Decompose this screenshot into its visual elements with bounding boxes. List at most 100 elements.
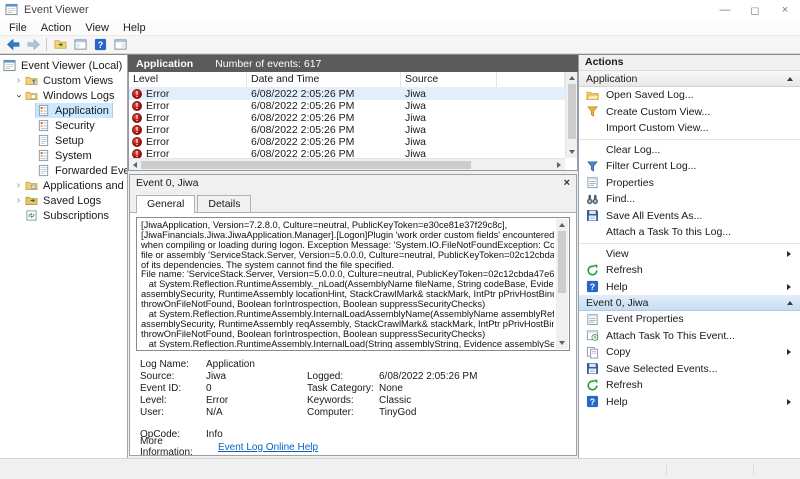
scrollbar-thumb[interactable] bbox=[558, 231, 566, 293]
tree-item-windows-logs[interactable]: ›Windows Logs bbox=[0, 88, 127, 103]
chevron-right-icon[interactable]: › bbox=[13, 196, 24, 206]
toolbar-forward-button[interactable] bbox=[23, 37, 43, 53]
chevron-right-icon[interactable]: › bbox=[13, 76, 24, 86]
action-attach-a-task-to-this-log[interactable]: Attach a Task To this Log... bbox=[579, 224, 800, 241]
scrollbar-thumb[interactable] bbox=[141, 161, 471, 169]
actions-section-application[interactable]: Application bbox=[579, 71, 800, 87]
event-row[interactable]: Error6/08/2022 2:05:26 PMJiwa bbox=[129, 148, 565, 158]
field-value: TinyGod bbox=[379, 407, 570, 418]
tree-item-forwarded-events[interactable]: Forwarded Events bbox=[0, 163, 127, 178]
tree-item-saved-logs[interactable]: › Saved Logs bbox=[0, 193, 127, 208]
column-header-level[interactable]: Level bbox=[129, 72, 247, 87]
toolbar-export-log-button[interactable] bbox=[50, 37, 70, 53]
tab-details[interactable]: Details bbox=[197, 195, 251, 212]
collapse-section-icon[interactable] bbox=[787, 77, 793, 81]
submenu-arrow-icon bbox=[787, 349, 791, 355]
scroll-down-icon[interactable] bbox=[566, 146, 578, 158]
action-help[interactable]: ?Help bbox=[579, 394, 800, 411]
find-icon bbox=[586, 193, 600, 206]
event-list-horizontal-scrollbar[interactable] bbox=[129, 158, 565, 170]
detail-close-icon[interactable]: × bbox=[564, 177, 570, 189]
action-create-custom-view[interactable]: Create Custom View... bbox=[579, 104, 800, 121]
center-panel: Application Number of events: 617 LevelD… bbox=[128, 55, 578, 458]
minimize-button[interactable]: — bbox=[710, 0, 740, 20]
error-icon bbox=[132, 137, 142, 147]
action-save-selected-events[interactable]: Save Selected Events... bbox=[579, 361, 800, 378]
chevron-right-icon[interactable]: › bbox=[13, 181, 24, 191]
tree-item-application[interactable]: Application bbox=[0, 103, 127, 118]
event-source: Jiwa bbox=[401, 148, 497, 158]
event-row[interactable]: Error6/08/2022 2:05:26 PMJiwa bbox=[129, 124, 565, 136]
chevron-down-icon[interactable]: › bbox=[13, 91, 24, 101]
event-row[interactable]: Error6/08/2022 2:05:26 PMJiwa bbox=[129, 88, 565, 100]
action-properties[interactable]: Properties bbox=[579, 175, 800, 192]
event-row[interactable]: Error6/08/2022 2:05:26 PMJiwa bbox=[129, 100, 565, 112]
event-row[interactable]: Error6/08/2022 2:05:26 PMJiwa bbox=[129, 112, 565, 124]
action-label: Save All Events As... bbox=[606, 210, 702, 222]
collapse-section-icon[interactable] bbox=[787, 301, 793, 305]
event-message-box[interactable]: [JiwaApplication, Version=7.2.8.0, Cultu… bbox=[136, 217, 570, 351]
tree-item-custom-views[interactable]: ›Custom Views bbox=[0, 73, 127, 88]
tree-item-security[interactable]: Security bbox=[0, 118, 127, 133]
event-message-text: [JiwaApplication, Version=7.2.8.0, Cultu… bbox=[141, 221, 554, 348]
toolbar-show-console-tree-button[interactable] bbox=[70, 37, 90, 53]
action-import-custom-view[interactable]: Import Custom View... bbox=[579, 120, 800, 137]
maximize-button[interactable]: ◻ bbox=[740, 0, 770, 20]
log-event-icon bbox=[37, 149, 52, 162]
tree-item-system[interactable]: System bbox=[0, 148, 127, 163]
column-header-date-and-time[interactable]: Date and Time bbox=[247, 72, 401, 87]
menu-action[interactable]: Action bbox=[34, 21, 79, 35]
action-attach-task-to-this-event[interactable]: Attach Task To This Event... bbox=[579, 328, 800, 345]
action-save-all-events-as[interactable]: Save All Events As... bbox=[579, 208, 800, 225]
event-detail-pane: Event 0, Jiwa × General Details [JiwaApp… bbox=[129, 174, 577, 456]
error-icon bbox=[132, 149, 142, 158]
refresh-icon bbox=[586, 264, 600, 277]
column-header-source[interactable]: Source bbox=[401, 72, 497, 87]
scroll-up-icon[interactable] bbox=[566, 72, 578, 84]
action-refresh[interactable]: Refresh bbox=[579, 262, 800, 279]
action-copy[interactable]: Copy bbox=[579, 344, 800, 361]
tree-item-label: Saved Logs bbox=[43, 195, 101, 207]
event-row[interactable]: Error6/08/2022 2:05:26 PMJiwa bbox=[129, 136, 565, 148]
menu-help[interactable]: Help bbox=[116, 21, 153, 35]
tree-item-setup[interactable]: Setup bbox=[0, 133, 127, 148]
divider bbox=[579, 243, 800, 244]
scroll-left-icon[interactable] bbox=[129, 159, 141, 171]
toolbar-help-button[interactable]: ? bbox=[90, 37, 110, 53]
tree-item-label: Event Viewer (Local) bbox=[21, 60, 122, 72]
log-plain-icon bbox=[37, 164, 52, 177]
menu-file[interactable]: File bbox=[2, 21, 34, 35]
menubar: FileActionViewHelp bbox=[0, 20, 800, 36]
no-icon bbox=[586, 226, 600, 239]
actions-pane-title: Actions bbox=[579, 55, 800, 71]
actions-section-event-0-jiwa[interactable]: Event 0, Jiwa bbox=[579, 295, 800, 311]
close-button[interactable]: × bbox=[770, 0, 800, 20]
toolbar-show-action-pane-button[interactable] bbox=[110, 37, 130, 53]
tab-general[interactable]: General bbox=[136, 195, 195, 213]
action-clear-log[interactable]: Clear Log... bbox=[579, 142, 800, 159]
tree-item-subscriptions[interactable]: Subscriptions bbox=[0, 208, 127, 223]
actions-pane-body: ApplicationOpen Saved Log...Create Custo… bbox=[579, 71, 800, 410]
event-list-vertical-scrollbar[interactable] bbox=[565, 72, 577, 158]
scroll-down-icon[interactable] bbox=[556, 337, 568, 349]
toolbar-back-button[interactable] bbox=[3, 37, 23, 53]
action-view[interactable]: View bbox=[579, 246, 800, 263]
action-help[interactable]: ?Help bbox=[579, 279, 800, 296]
action-event-properties[interactable]: Event Properties bbox=[579, 311, 800, 328]
tree-item-applications-and-services-lo[interactable]: ›Applications and Services Lo bbox=[0, 178, 127, 193]
action-refresh[interactable]: Refresh bbox=[579, 377, 800, 394]
field-value: Application bbox=[206, 359, 307, 370]
scroll-up-icon[interactable] bbox=[556, 219, 568, 231]
action-open-saved-log[interactable]: Open Saved Log... bbox=[579, 87, 800, 104]
tree-item-event-viewer-local[interactable]: Event Viewer (Local) bbox=[0, 58, 127, 73]
window-pane-icon bbox=[114, 38, 127, 51]
action-find[interactable]: Find... bbox=[579, 191, 800, 208]
submenu-arrow-icon bbox=[787, 284, 791, 290]
message-vertical-scrollbar[interactable] bbox=[556, 219, 568, 349]
action-filter-current-log[interactable]: Filter Current Log... bbox=[579, 158, 800, 175]
scroll-right-icon[interactable] bbox=[553, 159, 565, 171]
menu-view[interactable]: View bbox=[78, 21, 116, 35]
action-label: Copy bbox=[606, 346, 631, 358]
event-log-online-help-link[interactable]: Event Log Online Help bbox=[218, 442, 318, 453]
scrollbar-thumb[interactable] bbox=[568, 84, 576, 139]
